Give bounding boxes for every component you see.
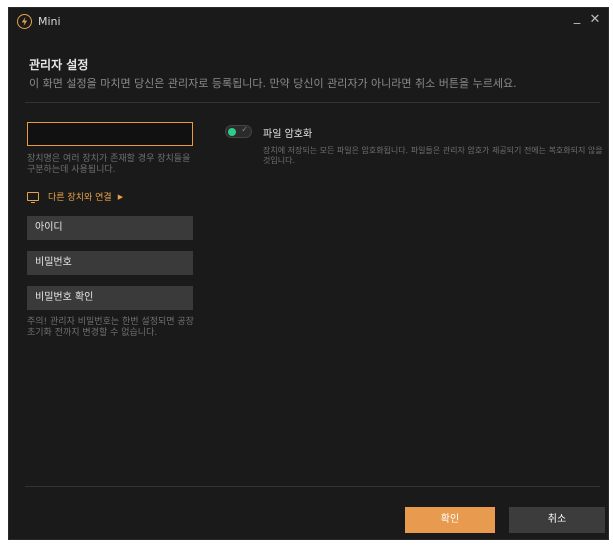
minimize-button[interactable]: _	[570, 10, 584, 26]
connect-link-label: 다른 장치와 연결	[48, 193, 112, 203]
page-title: 관리자 설정	[29, 58, 89, 72]
divider	[25, 102, 600, 103]
id-field[interactable]: 아이디	[27, 216, 193, 240]
device-name-hint: 장치명은 여러 장치가 존재할 경우 장치들을 구분하는데 사용됩니다.	[27, 154, 191, 175]
app-window: Mini _ ✕ 관리자 설정 이 화면 설정을 마치면 당신은 관리자로 등록…	[8, 7, 609, 540]
close-button[interactable]: ✕	[588, 12, 602, 28]
toggle-knob	[228, 128, 236, 136]
confirm-button[interactable]: 확인	[405, 507, 495, 533]
caret-right-icon: ▶	[117, 192, 124, 201]
app-title: Mini	[38, 15, 61, 28]
divider	[25, 486, 600, 487]
connect-other-device-link[interactable]: 다른 장치와 연결 ▶	[27, 190, 123, 203]
password-confirm-field[interactable]: 비밀번호 확인	[27, 286, 193, 310]
check-icon: ✓	[241, 125, 248, 134]
app-logo-icon	[17, 14, 32, 29]
device-name-input[interactable]	[27, 122, 193, 146]
encryption-description: 장치에 저장되는 모든 파일은 암호화됩니다. 파일들은 관리자 암호가 제공되…	[263, 146, 603, 165]
password-field[interactable]: 비밀번호	[27, 251, 193, 275]
page-subtitle: 이 화면 설정을 마치면 당신은 관리자로 등록됩니다. 만약 당신이 관리자가…	[29, 77, 517, 90]
encryption-label: 파일 암호화	[263, 129, 313, 140]
monitor-icon	[27, 192, 39, 203]
title-bar: Mini _ ✕	[9, 8, 608, 36]
encryption-toggle[interactable]: ✓	[225, 125, 252, 138]
password-warning: 주의! 관리자 비밀번호는 한번 설정되면 공장 초기화 전까지 변경할 수 없…	[27, 317, 194, 338]
cancel-button[interactable]: 취소	[509, 507, 605, 533]
